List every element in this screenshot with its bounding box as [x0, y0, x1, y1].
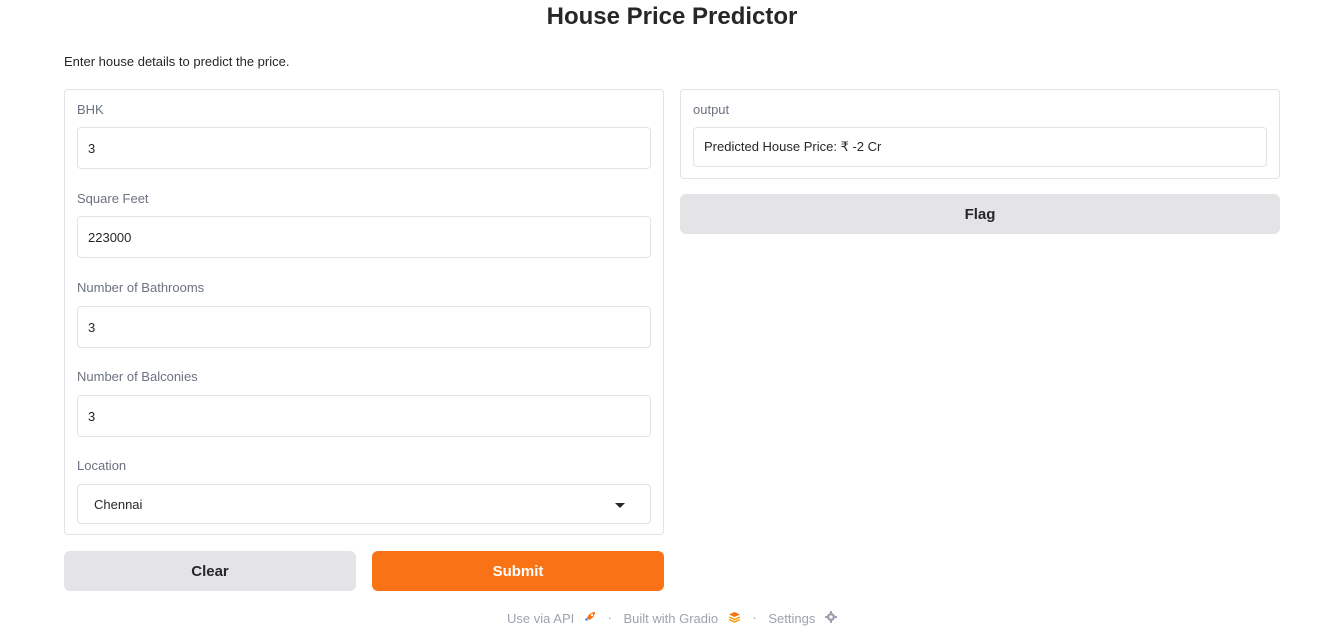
bathrooms-input[interactable] [77, 306, 651, 348]
gear-icon [824, 610, 837, 626]
bhk-label: BHK [77, 102, 104, 117]
output-textbox[interactable]: Predicted House Price: ₹ -2 Cr [693, 127, 1267, 167]
bhk-input[interactable] [77, 127, 651, 169]
location-selected-value: Chennai [94, 497, 143, 512]
chevron-down-icon [615, 503, 625, 508]
output-label: output [693, 102, 730, 117]
gradio-logo-icon [728, 611, 741, 626]
square-feet-label: Square Feet [77, 191, 149, 206]
balconies-label: Number of Balconies [77, 369, 198, 384]
flag-button[interactable]: Flag [680, 194, 1280, 234]
clear-button[interactable]: Clear [64, 551, 356, 591]
rocket-icon [584, 611, 596, 626]
built-with-gradio-link[interactable]: Built with Gradio [623, 610, 741, 626]
square-feet-input[interactable] [77, 216, 651, 258]
footer-separator: · [607, 610, 612, 626]
settings-label: Settings [768, 610, 816, 626]
submit-button[interactable]: Submit [372, 551, 664, 591]
built-with-gradio-label: Built with Gradio [623, 610, 719, 626]
bathrooms-label: Number of Bathrooms [77, 280, 205, 295]
page-description: Enter house details to predict the price… [64, 54, 290, 69]
location-label: Location [77, 458, 127, 473]
footer-separator: · [752, 610, 757, 626]
settings-link[interactable]: Settings [768, 610, 837, 626]
location-dropdown[interactable]: Chennai [77, 484, 651, 524]
page-title: House Price Predictor [546, 3, 798, 30]
balconies-input[interactable] [77, 395, 651, 437]
output-panel: output Predicted House Price: ₹ -2 Cr [680, 89, 1280, 179]
input-panel: BHK Square Feet Number of Bathrooms Numb… [64, 89, 664, 535]
footer: Use via API · Built with Gradio · Settin… [0, 609, 1344, 626]
use-via-api-label: Use via API [507, 610, 575, 626]
use-via-api-link[interactable]: Use via API [507, 610, 596, 626]
